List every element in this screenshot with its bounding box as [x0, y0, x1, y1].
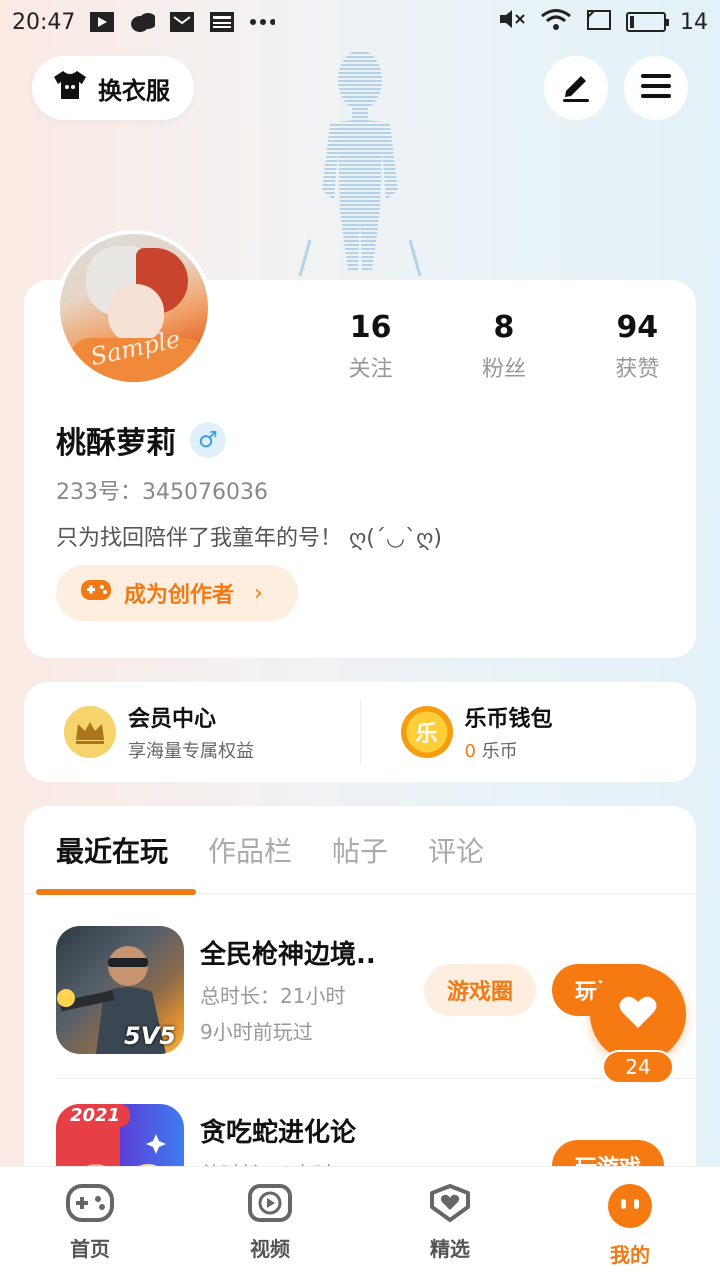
cloud-icon: [129, 11, 156, 33]
tshirt-icon: [52, 69, 88, 107]
game-name: 贪吃蛇进化论: [200, 1118, 357, 1148]
game-icon-badge: 5V5: [124, 1022, 176, 1050]
profile-stats: 16 关注 8 粉丝 94 获赞: [304, 310, 704, 383]
stat-value: 94: [616, 310, 659, 345]
vip-center-subtitle: 享海量专属权益: [128, 741, 254, 762]
change-outfit-button[interactable]: 换衣服: [32, 56, 194, 120]
wallet-amount: 0: [464, 741, 476, 762]
wallet-entry[interactable]: 乐 乐币钱包 0 乐币: [361, 682, 697, 782]
like-count-badge: 24: [602, 1050, 674, 1084]
wallet-title: 乐币钱包: [464, 707, 553, 732]
stat-following[interactable]: 16 关注: [304, 310, 437, 383]
battery-percent: 14: [680, 9, 708, 35]
nav-home[interactable]: 首页: [0, 1167, 180, 1280]
avatar[interactable]: Sample: [56, 230, 212, 386]
battery-icon: [626, 12, 669, 32]
become-creator-button[interactable]: 成为创作者 ›: [56, 565, 298, 621]
heart-badge-icon: [426, 1183, 474, 1227]
play-icon: [89, 11, 115, 33]
nav-label: 精选: [430, 1237, 470, 1261]
tab-posts[interactable]: 帖子: [332, 830, 388, 870]
change-outfit-label: 换衣服: [98, 76, 170, 105]
profile-face-icon: [607, 1183, 653, 1233]
membership-card: 会员中心 享海量专属权益 乐 乐币钱包 0 乐币: [24, 682, 696, 782]
stat-label: 粉丝: [481, 357, 526, 382]
game-circle-button[interactable]: 游戏圈: [424, 964, 536, 1016]
game-play-duration: 总时长：21小时: [200, 984, 346, 1008]
status-bar: 20:47 14: [0, 0, 720, 44]
wallet-unit: 乐币: [481, 741, 518, 762]
tab-works[interactable]: 作品栏: [208, 830, 292, 870]
coin-icon: 乐: [400, 706, 453, 758]
menu-icon: [640, 73, 672, 103]
game-icon: 5V5: [56, 926, 184, 1054]
bottom-nav: 首页 视频 精选 我的: [0, 1166, 720, 1280]
username-row: 桃酥萝莉 ♂: [56, 418, 226, 462]
nav-label: 视频: [250, 1237, 290, 1261]
user-id[interactable]: 233号：345076036: [56, 474, 268, 506]
pen-icon: [559, 69, 593, 107]
stat-label: 获赞: [615, 357, 660, 382]
user-bio: 只为找回陪伴了我童年的号！ ღ(ˊ◡ˋღ): [56, 526, 442, 551]
stat-followers[interactable]: 8 粉丝: [437, 310, 570, 383]
character-model-image[interactable]: [290, 40, 430, 280]
nav-featured[interactable]: 精选: [360, 1167, 540, 1280]
game-name: 全民枪神边境..: [200, 940, 376, 970]
gamepad-icon: [65, 1183, 115, 1227]
vip-center-title: 会员中心: [128, 707, 217, 732]
mute-icon: [498, 7, 526, 37]
menu-button[interactable]: [624, 56, 688, 120]
tab-comments[interactable]: 评论: [428, 830, 484, 870]
gamepad-icon: [80, 578, 112, 608]
mail-icon: [169, 11, 195, 33]
like-floating-button[interactable]: [590, 966, 686, 1062]
edit-profile-button[interactable]: [544, 56, 608, 120]
more-dots-icon: [249, 11, 276, 33]
heart-icon: [618, 994, 658, 1034]
vip-center-entry[interactable]: 会员中心 享海量专属权益: [24, 682, 360, 782]
news-icon: [209, 11, 235, 33]
video-play-icon: [247, 1183, 293, 1227]
crown-icon: [64, 706, 116, 758]
sim-icon: [586, 7, 612, 37]
nav-video[interactable]: 视频: [180, 1167, 360, 1280]
status-time: 20:47: [12, 9, 76, 35]
stat-value: 16: [349, 310, 392, 345]
tab-active-indicator: [36, 889, 196, 895]
nav-label: 我的: [610, 1243, 650, 1267]
game-list-item[interactable]: 5V5 全民枪神边境.. 总时长：21小时 9小时前玩过 游戏圈 玩游戏: [56, 926, 676, 1058]
nav-profile[interactable]: 我的: [540, 1167, 720, 1280]
username: 桃酥萝莉: [56, 426, 176, 461]
nav-label: 首页: [70, 1237, 110, 1261]
stat-likes[interactable]: 94 获赞: [571, 310, 704, 383]
row-divider: [56, 1078, 696, 1079]
stat-label: 关注: [348, 357, 393, 382]
profile-tabs: 最近在玩 作品栏 帖子 评论: [24, 806, 696, 895]
game-last-played: 9小时前玩过: [200, 1020, 313, 1044]
wifi-icon: [540, 7, 572, 37]
wallet-balance: 0 乐币: [465, 737, 553, 763]
stat-value: 8: [493, 310, 515, 345]
become-creator-label: 成为创作者: [124, 583, 235, 608]
male-gender-icon: ♂: [190, 422, 226, 458]
chevron-right-icon: ›: [254, 580, 263, 606]
game-icon-badge: 2021: [60, 1104, 131, 1127]
tab-recently-played[interactable]: 最近在玩: [56, 830, 168, 870]
